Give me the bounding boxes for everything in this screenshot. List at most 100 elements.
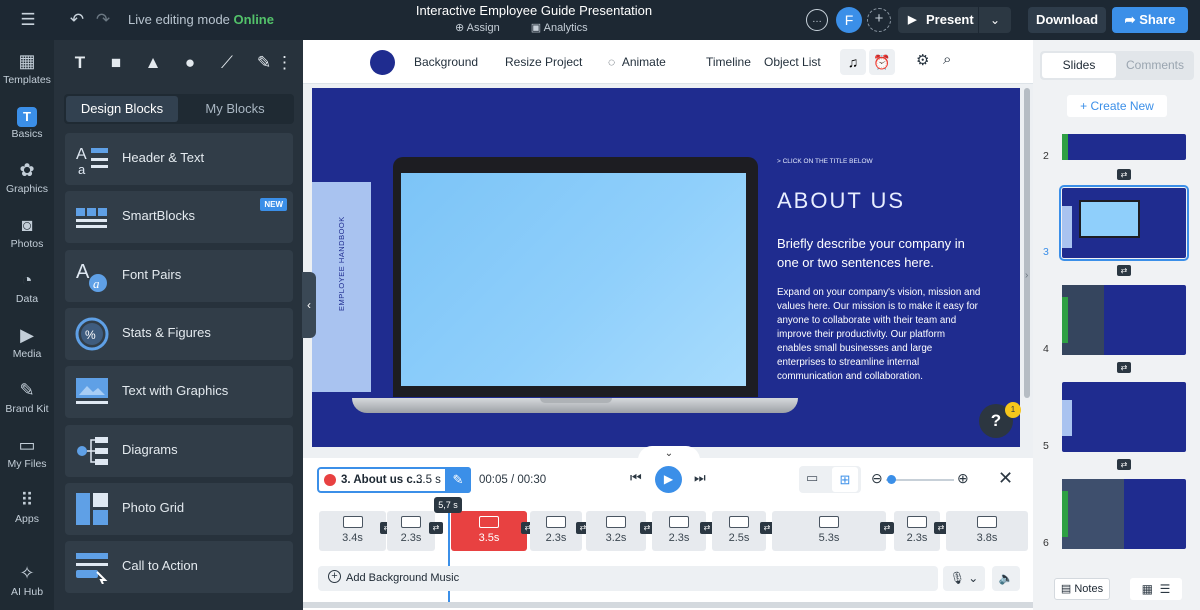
- rail-item-apps[interactable]: ⠿ Apps: [0, 489, 54, 525]
- grid-view-icon[interactable]: ▦: [1142, 582, 1153, 596]
- add-background-music-label[interactable]: Add Background Music: [346, 572, 459, 584]
- canvas-vertical-scrollbar[interactable]: [1024, 88, 1030, 398]
- zoom-slider-track[interactable]: [886, 479, 954, 481]
- transition-icon[interactable]: ⇄: [880, 522, 894, 534]
- block-call-to-action[interactable]: Call to Action: [65, 541, 293, 593]
- rail-item-photos[interactable]: ◙ Photos: [0, 214, 54, 250]
- block-photo-grid[interactable]: Photo Grid: [65, 483, 293, 535]
- rail-item-data[interactable]: ◔ Data: [0, 269, 54, 305]
- block-font-pairs[interactable]: Aa Font Pairs: [65, 250, 293, 302]
- line-tool-icon[interactable]: ⟋: [212, 42, 242, 84]
- rail-item-basics[interactable]: T Basics: [0, 104, 54, 140]
- slide-thumbnail-4[interactable]: [1062, 285, 1186, 355]
- transition-icon[interactable]: ⇄: [1117, 169, 1131, 180]
- rail-item-my-files[interactable]: ▭ My Files: [0, 434, 54, 470]
- block-stats-figures[interactable]: % Stats & Figures: [65, 308, 293, 360]
- zoom-slider-handle[interactable]: [887, 475, 896, 484]
- avatar[interactable]: F: [836, 7, 862, 33]
- undo-icon[interactable]: ↶: [66, 0, 88, 40]
- timeline-button[interactable]: Timeline: [706, 55, 751, 69]
- hamburger-menu-icon[interactable]: ☰: [14, 0, 42, 40]
- rail-item-ai-hub[interactable]: ✧ AI Hub: [0, 562, 54, 598]
- present-dropdown-chevron-icon[interactable]: ⌄: [979, 7, 1011, 33]
- expand-right-chevron-icon[interactable]: ›: [1025, 270, 1028, 281]
- alarm-clock-icon[interactable]: ⏰: [869, 49, 895, 75]
- download-button[interactable]: Download: [1028, 7, 1106, 33]
- more-tools-icon[interactable]: ⋮: [276, 42, 293, 84]
- block-text-with-graphics[interactable]: Text with Graphics: [65, 366, 293, 418]
- present-button[interactable]: ▶ Present: [898, 7, 978, 33]
- share-button[interactable]: ➦ Share: [1112, 7, 1188, 33]
- timeline-clip[interactable]: 2.3s: [387, 511, 435, 551]
- timeline-clip[interactable]: 2.3s: [652, 511, 706, 551]
- background-color-swatch[interactable]: [370, 50, 395, 75]
- search-replace-icon[interactable]: ⌕: [943, 51, 951, 68]
- timeline-clip[interactable]: 5.3s: [772, 511, 886, 551]
- slide-body-text[interactable]: Expand on your company's vision, mission…: [777, 286, 982, 384]
- tab-slides[interactable]: Slides: [1042, 53, 1116, 78]
- timeline-horizontal-scrollbar[interactable]: [303, 602, 1033, 608]
- slide-thumbnail-2[interactable]: [1062, 134, 1186, 160]
- collapse-timeline-chevron-icon[interactable]: ⌄: [638, 446, 700, 460]
- background-button[interactable]: Background: [414, 55, 478, 69]
- animate-button[interactable]: ◌ Animate: [608, 55, 666, 69]
- single-view-icon[interactable]: ▭: [806, 470, 818, 486]
- slide-subheading[interactable]: Briefly describe your company in one or …: [777, 234, 987, 272]
- tab-comments[interactable]: Comments: [1118, 53, 1192, 78]
- timeline-clip[interactable]: 3.2s: [586, 511, 646, 551]
- block-smartblocks[interactable]: SmartBlocks NEW: [65, 191, 293, 243]
- close-timeline-icon[interactable]: ✕: [998, 468, 1013, 489]
- rail-item-brand-kit[interactable]: ✎ Brand Kit: [0, 379, 54, 415]
- slide-kicker-text[interactable]: > CLICK ON THE TITLE BELOW: [777, 158, 873, 165]
- zoom-in-icon[interactable]: ⊕: [957, 470, 969, 487]
- timeline-clip[interactable]: 2.5s: [712, 511, 766, 551]
- tab-my-blocks[interactable]: My Blocks: [180, 96, 290, 122]
- settings-gear-icon[interactable]: ⚙: [916, 51, 929, 69]
- rail-item-templates[interactable]: ▦ Templates: [0, 50, 54, 86]
- transition-icon[interactable]: ⇄: [1117, 362, 1131, 373]
- assign-link[interactable]: ⊕ Assign: [455, 22, 514, 34]
- rail-item-media[interactable]: ▶ Media: [0, 324, 54, 360]
- transition-icon[interactable]: ⇄: [429, 522, 443, 534]
- project-title[interactable]: Interactive Employee Guide Presentation: [380, 3, 688, 18]
- object-list-button[interactable]: Object List: [764, 55, 821, 69]
- rail-item-graphics[interactable]: ✿ Graphics: [0, 159, 54, 195]
- list-view-icon[interactable]: ☰: [1160, 582, 1171, 596]
- add-music-icon[interactable]: +: [328, 570, 341, 583]
- block-header-text[interactable]: Aa Header & Text: [65, 133, 293, 185]
- timeline-clip[interactable]: 3.4s: [319, 511, 386, 551]
- block-diagrams[interactable]: Diagrams: [65, 425, 293, 477]
- skip-next-icon[interactable]: ⏭: [694, 470, 706, 486]
- pen-tool-icon[interactable]: ✎: [249, 42, 279, 84]
- skip-previous-icon[interactable]: ⏮: [630, 470, 642, 486]
- slide-thumbnail-6[interactable]: [1062, 479, 1186, 549]
- redo-icon[interactable]: ↷: [92, 0, 114, 40]
- slide-thumbnail-3[interactable]: [1059, 185, 1189, 261]
- microphone-icon[interactable]: 🎙 ⌄: [943, 566, 985, 591]
- slide-side-tab-text[interactable]: EMPLOYEE HANDBOOK: [337, 216, 346, 311]
- rectangle-tool-icon[interactable]: ■: [101, 42, 131, 84]
- volume-icon[interactable]: 🔈: [992, 566, 1020, 591]
- slide-thumbnail-5[interactable]: [1062, 382, 1186, 452]
- notes-button[interactable]: ▤ Notes: [1054, 578, 1110, 600]
- play-button[interactable]: ▶: [655, 466, 682, 493]
- create-new-slide-button[interactable]: + Create New: [1067, 95, 1167, 117]
- resize-project-button[interactable]: Resize Project: [505, 55, 582, 69]
- edit-pencil-icon[interactable]: ✎: [445, 467, 471, 493]
- timeline-clip[interactable]: 3.8s: [946, 511, 1028, 551]
- circle-tool-icon[interactable]: ●: [175, 42, 205, 84]
- timeline-clip[interactable]: 3.5s: [451, 511, 527, 551]
- music-note-icon[interactable]: ♫: [840, 49, 866, 75]
- slide-heading[interactable]: ABOUT US: [777, 188, 905, 214]
- transition-icon[interactable]: ⇄: [1117, 265, 1131, 276]
- collapse-panel-chevron-icon[interactable]: ‹: [302, 272, 316, 338]
- tab-design-blocks[interactable]: Design Blocks: [66, 96, 178, 122]
- text-tool-icon[interactable]: T: [65, 42, 95, 84]
- triangle-tool-icon[interactable]: ▲: [138, 42, 168, 84]
- analytics-link[interactable]: ▣ Analytics: [531, 22, 602, 34]
- chat-icon[interactable]: …: [806, 9, 828, 31]
- zoom-out-icon[interactable]: ⊖: [871, 470, 883, 487]
- timeline-view-icon[interactable]: ⊞: [832, 467, 858, 492]
- timeline-clip[interactable]: 2.3s: [530, 511, 582, 551]
- add-collaborator-icon[interactable]: +: [867, 8, 891, 32]
